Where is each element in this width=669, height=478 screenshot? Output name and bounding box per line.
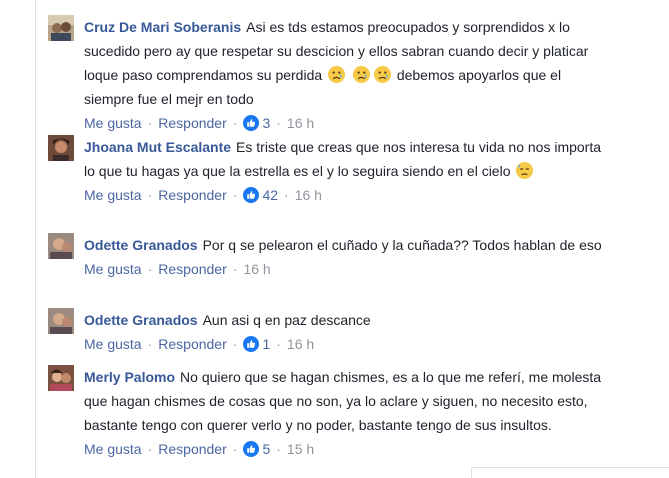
reply-button[interactable]: Responder: [158, 261, 227, 277]
separator: ·: [284, 187, 289, 203]
separator: ·: [232, 115, 238, 131]
timestamp[interactable]: 16 h: [295, 187, 322, 203]
thumbs-up-icon: [243, 115, 260, 131]
reply-button[interactable]: Responder: [158, 336, 227, 352]
timestamp[interactable]: 16 h: [287, 336, 314, 352]
comment-text: Odette Granados Aun asi q en paz descance: [84, 308, 606, 332]
separator: ·: [147, 187, 153, 203]
crying-face-icon: [327, 65, 346, 84]
comment-actions: Me gusta · Responder · 42 · 16 h: [84, 185, 606, 205]
reactions-link[interactable]: 5: [243, 441, 270, 457]
like-button[interactable]: Me gusta: [84, 115, 142, 131]
separator: ·: [276, 115, 281, 131]
reply-button[interactable]: Responder: [158, 115, 227, 131]
comment-body: Por q se pelearon el cuñado y la cuñada?…: [202, 237, 602, 253]
separator: ·: [232, 261, 238, 277]
comment-text: Merly Palomo No quiero que se hagan chism…: [84, 365, 606, 437]
reaction-count: 3: [262, 115, 271, 131]
separator: ·: [147, 261, 153, 277]
reactions-link[interactable]: 1: [243, 336, 270, 352]
reply-button[interactable]: Responder: [158, 441, 227, 457]
sad-face-icon: [515, 161, 534, 180]
comment-thread: Cruz De Mari Soberanis Asi es tds estamos…: [0, 0, 669, 478]
thumbs-up-icon: [243, 187, 260, 203]
comment-actions: Me gusta · Responder · 1 · 16 h: [84, 334, 606, 354]
like-button[interactable]: Me gusta: [84, 441, 142, 457]
avatar[interactable]: [48, 15, 74, 41]
comment-actions: Me gusta · Responder · 16 h: [84, 259, 606, 279]
comment-text: Odette Granados Por q se pelearon el cuña…: [84, 233, 606, 257]
timestamp[interactable]: 15 h: [287, 441, 314, 457]
avatar[interactable]: [48, 308, 74, 334]
avatar[interactable]: [48, 233, 74, 259]
separator: ·: [147, 336, 153, 352]
separator: ·: [232, 441, 238, 457]
thumbs-up-icon: [243, 441, 260, 457]
separator: ·: [147, 115, 153, 131]
comment-author-link[interactable]: Merly Palomo: [84, 369, 175, 385]
separator: ·: [232, 187, 238, 203]
comment-author-link[interactable]: Cruz De Mari Soberanis: [84, 19, 241, 35]
comment-actions: Me gusta · Responder · 5 · 15 h: [84, 439, 606, 459]
reaction-count: 42: [262, 187, 279, 203]
comment-actions: Me gusta · Responder · 3 · 16 h: [84, 113, 606, 133]
timestamp[interactable]: 16 h: [243, 261, 270, 277]
reaction-count: 1: [262, 336, 271, 352]
timestamp[interactable]: 16 h: [287, 115, 314, 131]
thread-divider: [35, 0, 36, 478]
chat-panel-edge: [471, 467, 669, 478]
like-button[interactable]: Me gusta: [84, 187, 142, 203]
comment-author-link[interactable]: Odette Granados: [84, 237, 198, 253]
comment-text: Jhoana Mut Escalante Es triste que creas …: [84, 135, 606, 183]
comment-author-link[interactable]: Odette Granados: [84, 312, 198, 328]
like-button[interactable]: Me gusta: [84, 336, 142, 352]
crying-face-icon: [352, 65, 371, 84]
reaction-count: 5: [262, 441, 271, 457]
crying-face-icon: [373, 65, 392, 84]
avatar[interactable]: [48, 365, 74, 391]
comment-body: Aun asi q en paz descance: [202, 312, 371, 328]
separator: ·: [276, 336, 281, 352]
like-button[interactable]: Me gusta: [84, 261, 142, 277]
separator: ·: [147, 441, 153, 457]
thumbs-up-icon: [243, 336, 260, 352]
comment-author-link[interactable]: Jhoana Mut Escalante: [84, 139, 231, 155]
avatar[interactable]: [48, 135, 74, 161]
separator: ·: [232, 336, 238, 352]
separator: ·: [276, 441, 281, 457]
reactions-link[interactable]: 42: [243, 187, 278, 203]
reply-button[interactable]: Responder: [158, 187, 227, 203]
reactions-link[interactable]: 3: [243, 115, 270, 131]
comment-text: Cruz De Mari Soberanis Asi es tds estamos…: [84, 15, 606, 111]
